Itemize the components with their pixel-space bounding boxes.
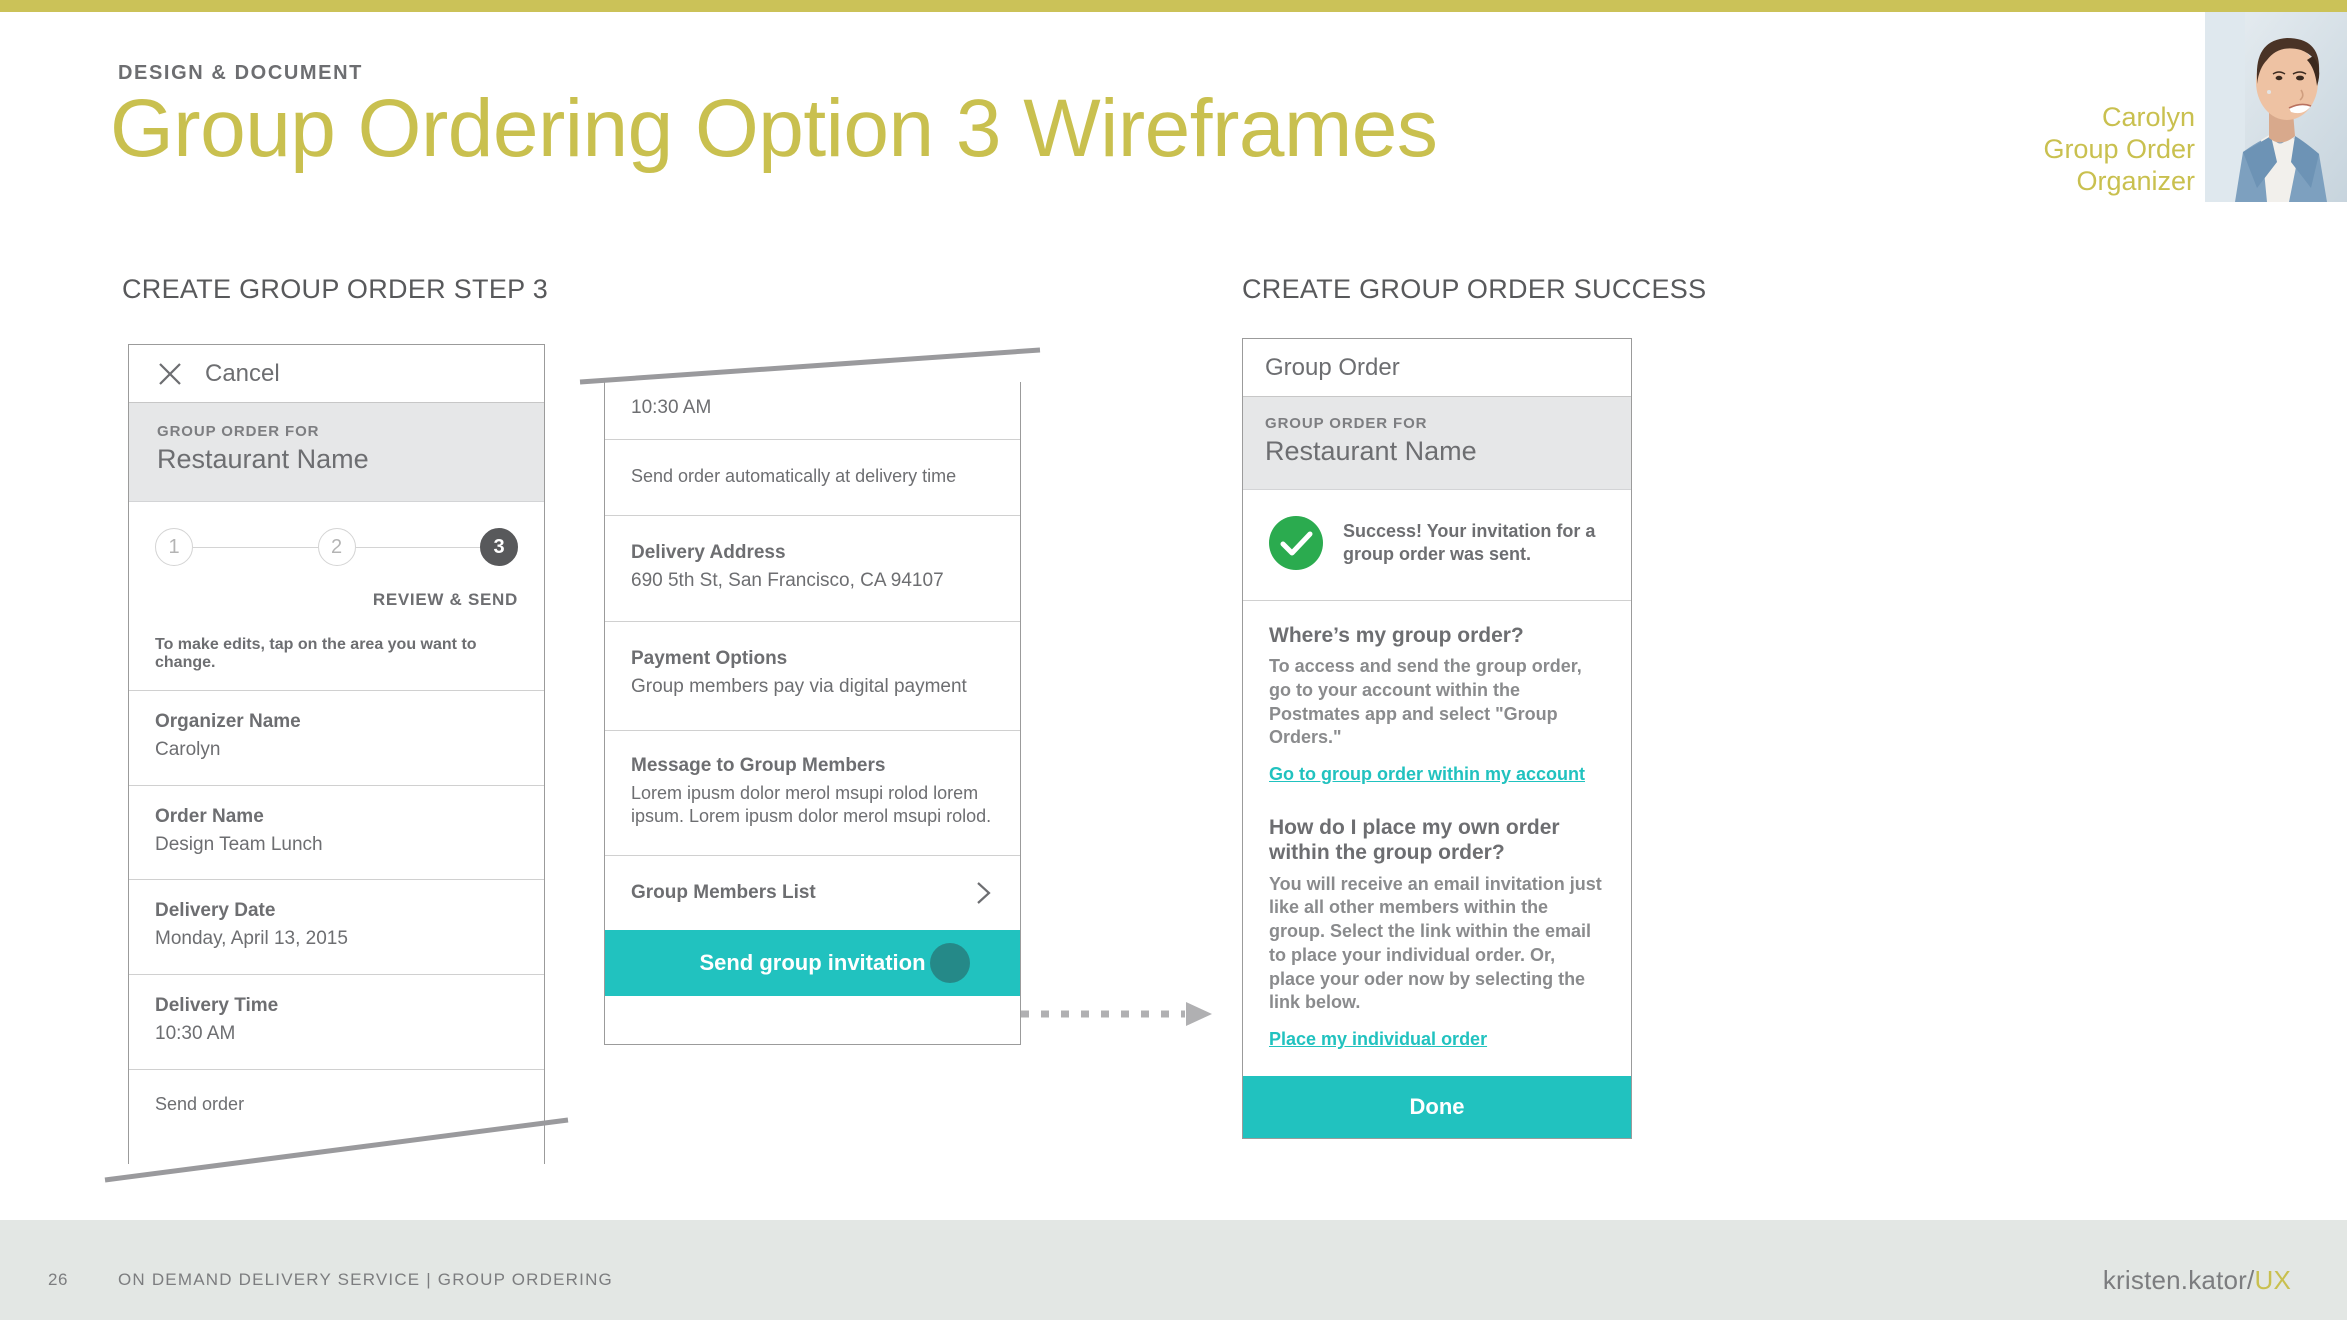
field-label: Send order: [155, 1093, 245, 1114]
step-progress: 1 2 3: [129, 502, 544, 576]
send-group-invitation-label: Send group invitation: [699, 949, 926, 975]
order-band-kicker: GROUP ORDER FOR: [1265, 415, 1428, 432]
field-value: 10:30 AM: [155, 1023, 236, 1045]
wireframe-success-screen: Group Order GROUP ORDER FOR Restaurant N…: [1242, 338, 1632, 1140]
field-value: Group members pay via digital payment: [631, 676, 967, 698]
section-caption-right: CREATE GROUP ORDER SUCCESS: [1242, 274, 1707, 304]
send-group-invitation-button[interactable]: Send group invitation: [605, 929, 1020, 996]
footer-logo-accent: UX: [2254, 1265, 2291, 1295]
field-label: Organizer Name: [155, 711, 301, 732]
field-label: Delivery Address: [631, 541, 786, 563]
persona-role-line2: Organizer: [2076, 165, 2195, 196]
edit-hint-row: To make edits, tap on the area you want …: [129, 610, 544, 690]
field-delivery-date[interactable]: Delivery Date Monday, April 13, 2015: [129, 879, 544, 974]
nav-bar: Group Order: [1243, 339, 1631, 397]
order-restaurant-band: GROUP ORDER FOR Restaurant Name: [1243, 397, 1631, 490]
cancel-button[interactable]: Cancel: [205, 360, 280, 388]
edit-hint-text: To make edits, tap on the area you want …: [155, 636, 477, 671]
persona-photo: [2205, 12, 2347, 202]
faq-answer-2: You will receive an email invitation jus…: [1269, 873, 1602, 1013]
wireframe-step3-screen: Cancel GROUP ORDER FOR Restaurant Name 1…: [128, 344, 545, 1164]
persona-block: Carolyn Group Order Organizer: [1950, 12, 2347, 202]
field-label: Order Name: [155, 805, 264, 827]
tap-indicator: [930, 942, 970, 983]
field-label: Delivery Time: [155, 995, 279, 1017]
field-send-order-truncated[interactable]: Send order: [129, 1068, 544, 1137]
field-label: Message to Group Members: [631, 755, 886, 777]
order-restaurant-band: GROUP ORDER FOR Restaurant Name: [129, 403, 544, 502]
field-organizer-name[interactable]: Organizer Name Carolyn: [129, 690, 544, 785]
success-message-text: Success! Your invitation for a group ord…: [1343, 520, 1596, 564]
field-delivery-address[interactable]: Delivery Address 690 5th St, San Francis…: [605, 514, 1020, 622]
detail-time-row[interactable]: 10:30 AM: [605, 382, 1020, 439]
footer-logo: kristen.kator/UX: [2103, 1265, 2291, 1296]
chevron-right-icon: [974, 880, 994, 906]
done-button-label: Done: [1409, 1094, 1465, 1120]
faq-question-1: Where’s my group order?: [1269, 624, 1524, 647]
field-value: 690 5th St, San Francisco, CA 94107: [631, 569, 944, 591]
step-connector-2: [355, 546, 480, 548]
group-members-list-row[interactable]: Group Members List: [605, 854, 1020, 930]
nav-bar: Cancel: [129, 345, 544, 403]
field-value: Carolyn: [155, 739, 221, 760]
order-band-restaurant: Restaurant Name: [157, 444, 369, 474]
done-button[interactable]: Done: [1243, 1076, 1631, 1139]
step-dot-3[interactable]: 3: [480, 528, 518, 566]
faq-spacer: [1269, 785, 1605, 815]
section-caption-left: CREATE GROUP ORDER STEP 3: [122, 274, 549, 304]
group-members-list-label: Group Members List: [631, 881, 816, 903]
footer-page-number: 26: [48, 1270, 68, 1289]
success-nav-title: Group Order: [1265, 353, 1400, 381]
step-connector-1: [193, 546, 318, 548]
field-message-to-members[interactable]: Message to Group Members Lorem ipusm dol…: [605, 730, 1020, 855]
faq-link-go-to-group-order[interactable]: Go to group order within my account: [1269, 764, 1605, 785]
field-payment-options[interactable]: Payment Options Group members pay via di…: [605, 621, 1020, 730]
footer-label: ON DEMAND DELIVERY SERVICE | GROUP ORDER…: [118, 1270, 613, 1289]
faq-section: Where’s my group order? To access and se…: [1243, 601, 1631, 1076]
close-x-icon[interactable]: [157, 361, 183, 387]
field-value: Monday, April 13, 2015: [155, 928, 348, 950]
step-active-label: REVIEW & SEND: [372, 590, 518, 609]
step-dot-1[interactable]: 1: [155, 528, 193, 566]
success-message-block: Success! Your invitation for a group ord…: [1243, 490, 1631, 601]
faq-answer-1: To access and send the group order, go t…: [1269, 656, 1582, 748]
field-label: Payment Options: [631, 648, 788, 670]
auto-send-row[interactable]: Send order automatically at delivery tim…: [605, 438, 1020, 515]
field-value: Lorem ipusm dolor merol msupi rolod lore…: [631, 783, 992, 827]
step-dot-2[interactable]: 2: [317, 528, 356, 566]
field-order-name[interactable]: Order Name Design Team Lunch: [129, 784, 544, 880]
footer-logo-main: kristen.kator/: [2102, 1265, 2255, 1295]
check-circle-icon: [1269, 516, 1323, 570]
persona-text: Carolyn Group Order Organizer: [2043, 102, 2195, 198]
detail-time-value: 10:30 AM: [631, 397, 712, 418]
faq-question-2: How do I place my own order within the g…: [1269, 816, 1560, 865]
field-delivery-time[interactable]: Delivery Time 10:30 AM: [129, 974, 544, 1069]
top-accent-bar: [0, 0, 2347, 12]
persona-name: Carolyn: [2101, 102, 2195, 132]
faq-link-place-individual-order[interactable]: Place my individual order: [1269, 1029, 1605, 1050]
field-value: Design Team Lunch: [155, 833, 323, 855]
field-label: Delivery Date: [155, 900, 276, 922]
order-band-restaurant: Restaurant Name: [1265, 436, 1477, 466]
wireframe-step3-detail-screen: 10:30 AM Send order automatically at del…: [604, 382, 1021, 1045]
persona-role-line1: Group Order: [2043, 133, 2195, 164]
order-band-kicker: GROUP ORDER FOR: [157, 423, 320, 440]
page-title: Group Ordering Option 3 Wireframes: [110, 83, 1438, 174]
auto-send-label: Send order automatically at delivery tim…: [631, 465, 957, 486]
